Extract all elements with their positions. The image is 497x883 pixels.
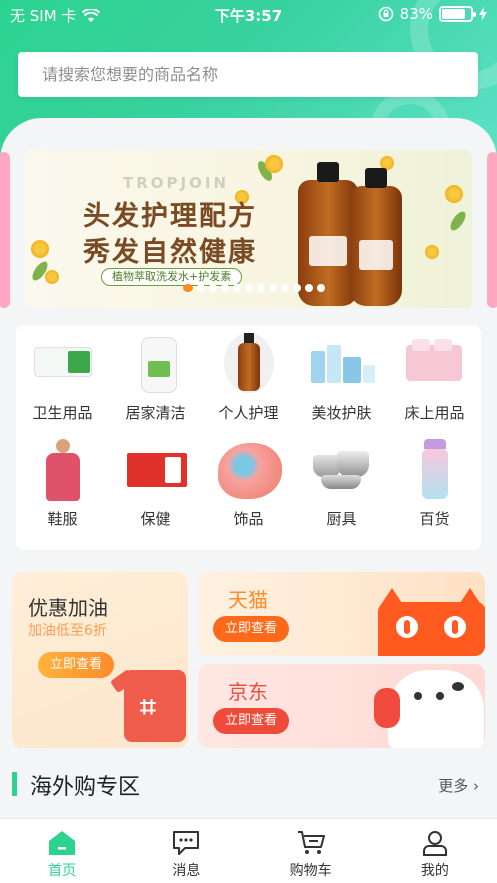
banner-next-peek[interactable] bbox=[487, 152, 497, 308]
carousel-dot[interactable] bbox=[317, 284, 325, 292]
health-box-icon bbox=[121, 437, 191, 502]
promo-fuel-title: 优惠加油 bbox=[28, 596, 108, 620]
battery-icon bbox=[439, 6, 476, 22]
category-label: 厨具 bbox=[326, 510, 357, 528]
tab-label: 我的 bbox=[420, 863, 449, 879]
category-label: 居家清洁 bbox=[125, 404, 186, 422]
promo-fuel-card[interactable]: 优惠加油 加油低至6折 立即查看 ⌗ bbox=[12, 572, 188, 748]
tab-label: 购物车 bbox=[289, 863, 332, 879]
carousel-dot[interactable] bbox=[197, 284, 205, 292]
promo-fuel-button[interactable]: 立即查看 bbox=[38, 652, 115, 678]
category-label: 卫生用品 bbox=[32, 404, 93, 422]
fuel-can-icon: ⌗ bbox=[124, 670, 186, 742]
promo-jd-title: 京东 bbox=[228, 680, 268, 704]
promo-fuel-subtitle: 加油低至6折 bbox=[28, 623, 107, 639]
promo-jd-button[interactable]: 立即查看 bbox=[213, 708, 290, 734]
category-label: 饰品 bbox=[233, 510, 264, 528]
water-bottle-icon bbox=[400, 437, 470, 502]
cookware-icon bbox=[307, 437, 377, 502]
category-item-cookware[interactable]: 厨具 bbox=[295, 437, 388, 529]
tab-profile[interactable]: 我的 bbox=[373, 819, 497, 883]
cart-icon bbox=[296, 829, 326, 857]
robe-icon bbox=[28, 437, 98, 502]
tab-label: 首页 bbox=[48, 863, 77, 879]
carousel-dot[interactable] bbox=[233, 284, 241, 292]
category-item-hygiene[interactable]: 卫生用品 bbox=[16, 331, 109, 423]
conditioner-bottle-image bbox=[350, 168, 402, 306]
section-accent-bar bbox=[12, 772, 17, 796]
carousel-dot[interactable] bbox=[245, 284, 253, 292]
bedding-icon bbox=[400, 331, 470, 396]
carousel-dot[interactable] bbox=[221, 284, 229, 292]
tab-label: 消息 bbox=[172, 863, 201, 879]
carousel-dot[interactable] bbox=[281, 284, 289, 292]
jd-dog-icon bbox=[374, 670, 484, 748]
home-icon bbox=[47, 829, 77, 857]
profile-icon bbox=[420, 829, 450, 857]
status-right: 83% bbox=[378, 5, 487, 23]
category-item-cleaning[interactable]: 居家清洁 bbox=[109, 331, 202, 423]
carousel-dot-active[interactable] bbox=[183, 284, 193, 292]
category-item-general[interactable]: 百货 bbox=[388, 437, 481, 529]
carousel-dot[interactable] bbox=[305, 284, 313, 292]
bottom-tab-bar: 首页 消息 购物车 我的 bbox=[0, 818, 497, 883]
message-icon bbox=[171, 829, 201, 857]
battery-percent: 83% bbox=[399, 5, 433, 23]
category-label: 美妆护肤 bbox=[311, 404, 372, 422]
rotation-lock-icon bbox=[378, 6, 393, 22]
promo-tmall-title: 天猫 bbox=[228, 588, 268, 612]
category-label: 百货 bbox=[419, 510, 450, 528]
detergent-bottle-icon bbox=[121, 331, 191, 396]
scarf-icon bbox=[214, 437, 284, 502]
banner-headline-2: 秀发自然健康 bbox=[83, 237, 257, 268]
more-link[interactable]: 更多 › bbox=[438, 775, 479, 796]
banner-headline-1: 头发护理配方 bbox=[83, 201, 257, 232]
promo-tmall-button[interactable]: 立即查看 bbox=[213, 616, 290, 642]
category-item-beauty[interactable]: 美妆护肤 bbox=[295, 331, 388, 423]
tmall-cat-icon bbox=[378, 588, 485, 656]
category-label: 个人护理 bbox=[218, 404, 279, 422]
category-item-health[interactable]: 保健 bbox=[109, 437, 202, 529]
skincare-set-icon bbox=[307, 331, 377, 396]
category-item-accessories[interactable]: 饰品 bbox=[202, 437, 295, 529]
carousel-dot[interactable] bbox=[269, 284, 277, 292]
carousel-dot[interactable] bbox=[209, 284, 217, 292]
section-title: 海外购专区 bbox=[30, 775, 141, 800]
category-label: 鞋服 bbox=[47, 510, 78, 528]
category-item-bedding[interactable]: 床上用品 bbox=[388, 331, 481, 423]
banner-brand: TROPJOIN bbox=[123, 174, 229, 192]
carousel-indicator bbox=[183, 284, 325, 292]
charging-icon bbox=[479, 7, 487, 21]
search-input[interactable]: 请搜索您想要的商品名称 bbox=[18, 52, 478, 97]
category-grid: 卫生用品 居家清洁 个人护理 美妆护肤 床上用品 鞋服 保健 饰品 厨具 百货 bbox=[16, 325, 481, 550]
status-bar: 无 SIM 卡 下午3:57 83% bbox=[0, 0, 497, 30]
category-item-apparel[interactable]: 鞋服 bbox=[16, 437, 109, 529]
category-label: 床上用品 bbox=[404, 404, 465, 422]
shampoo-bottle-icon bbox=[214, 331, 284, 396]
carousel-dot[interactable] bbox=[293, 284, 301, 292]
wet-wipes-icon bbox=[28, 331, 98, 396]
banner-prev-peek[interactable] bbox=[0, 152, 10, 308]
category-item-personal-care[interactable]: 个人护理 bbox=[202, 331, 295, 423]
tab-messages[interactable]: 消息 bbox=[124, 819, 248, 883]
tab-home[interactable]: 首页 bbox=[0, 819, 124, 883]
carousel-dot[interactable] bbox=[257, 284, 265, 292]
tab-cart[interactable]: 购物车 bbox=[249, 819, 373, 883]
promo-jd-card[interactable]: 京东 立即查看 bbox=[198, 664, 485, 748]
promo-tmall-card[interactable]: 天猫 立即查看 bbox=[198, 572, 485, 656]
category-label: 保健 bbox=[140, 510, 171, 528]
